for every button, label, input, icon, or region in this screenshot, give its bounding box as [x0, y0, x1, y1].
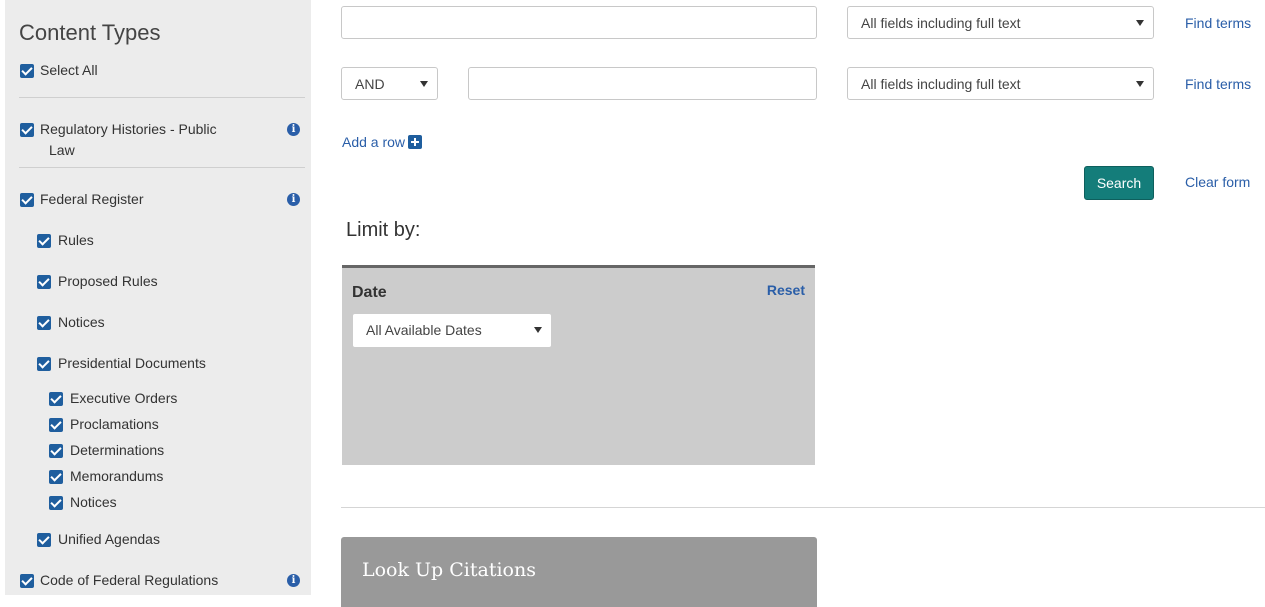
memorandums-checkbox[interactable] [49, 470, 63, 484]
regulatory-histories-label-cont[interactable]: Law [49, 140, 75, 161]
unified-agendas-checkbox[interactable] [37, 533, 51, 547]
search-term-input-2[interactable] [468, 67, 817, 100]
federal-register-checkbox[interactable] [20, 193, 34, 207]
date-filter-panel: Date Reset All Available Dates [342, 265, 815, 465]
caret-down-icon [1136, 81, 1144, 87]
caret-down-icon [1136, 20, 1144, 26]
info-icon[interactable]: i [287, 193, 300, 206]
search-button[interactable]: Search [1084, 166, 1154, 200]
info-icon[interactable]: i [287, 123, 300, 136]
determinations-checkbox[interactable] [49, 444, 63, 458]
cfr-checkbox[interactable] [20, 574, 34, 588]
field-select-1[interactable]: All fields including full text [847, 6, 1154, 39]
memorandums-label[interactable]: Memorandums [70, 466, 163, 487]
cfr-label[interactable]: Code of Federal Regulations [40, 570, 218, 591]
find-terms-link-1[interactable]: Find terms [1185, 15, 1251, 31]
proclamations-checkbox[interactable] [49, 418, 63, 432]
limit-by-heading: Limit by: [346, 219, 421, 241]
info-icon[interactable]: i [287, 574, 300, 587]
select-all-label[interactable]: Select All [40, 60, 98, 81]
presidential-notices-checkbox[interactable] [49, 496, 63, 510]
presidential-notices-label[interactable]: Notices [70, 492, 117, 513]
regulatory-histories-checkbox[interactable] [20, 123, 34, 137]
select-all-checkbox[interactable] [20, 64, 34, 78]
operator-select[interactable]: AND [341, 67, 438, 100]
operator-value: AND [355, 76, 385, 92]
presidential-documents-checkbox[interactable] [37, 357, 51, 371]
content-types-sidebar: Content Types Select All Regulatory Hist… [5, 0, 311, 595]
proposed-rules-label[interactable]: Proposed Rules [58, 271, 158, 292]
caret-down-icon [420, 81, 428, 87]
notices-label[interactable]: Notices [58, 312, 105, 333]
caret-down-icon [534, 327, 542, 333]
date-range-select[interactable]: All Available Dates [353, 314, 551, 347]
rules-checkbox[interactable] [37, 234, 51, 248]
search-term-input-1[interactable] [341, 6, 817, 39]
clear-form-link[interactable]: Clear form [1185, 174, 1250, 190]
executive-orders-checkbox[interactable] [49, 392, 63, 406]
divider [341, 507, 1265, 508]
look-up-citations-heading: Look Up Citations [362, 559, 536, 581]
field-select-value: All fields including full text [861, 15, 1021, 31]
sidebar-title: Content Types [19, 20, 161, 45]
plus-icon[interactable] [408, 135, 422, 149]
divider [19, 167, 305, 168]
add-row-link[interactable]: Add a row [342, 134, 405, 150]
proposed-rules-checkbox[interactable] [37, 275, 51, 289]
notices-checkbox[interactable] [37, 316, 51, 330]
look-up-citations-panel: Look Up Citations [341, 537, 817, 607]
proclamations-label[interactable]: Proclamations [70, 414, 159, 435]
regulatory-histories-label[interactable]: Regulatory Histories - Public [40, 119, 217, 140]
divider [19, 97, 305, 98]
rules-label[interactable]: Rules [58, 230, 94, 251]
date-range-value: All Available Dates [366, 322, 482, 338]
federal-register-label[interactable]: Federal Register [40, 189, 144, 210]
determinations-label[interactable]: Determinations [70, 440, 164, 461]
field-select-2[interactable]: All fields including full text [847, 67, 1154, 100]
field-select-value: All fields including full text [861, 76, 1021, 92]
executive-orders-label[interactable]: Executive Orders [70, 388, 177, 409]
date-heading: Date [352, 284, 387, 301]
unified-agendas-label[interactable]: Unified Agendas [58, 529, 160, 550]
reset-link[interactable]: Reset [767, 282, 805, 298]
presidential-documents-label[interactable]: Presidential Documents [58, 353, 206, 374]
find-terms-link-2[interactable]: Find terms [1185, 76, 1251, 92]
